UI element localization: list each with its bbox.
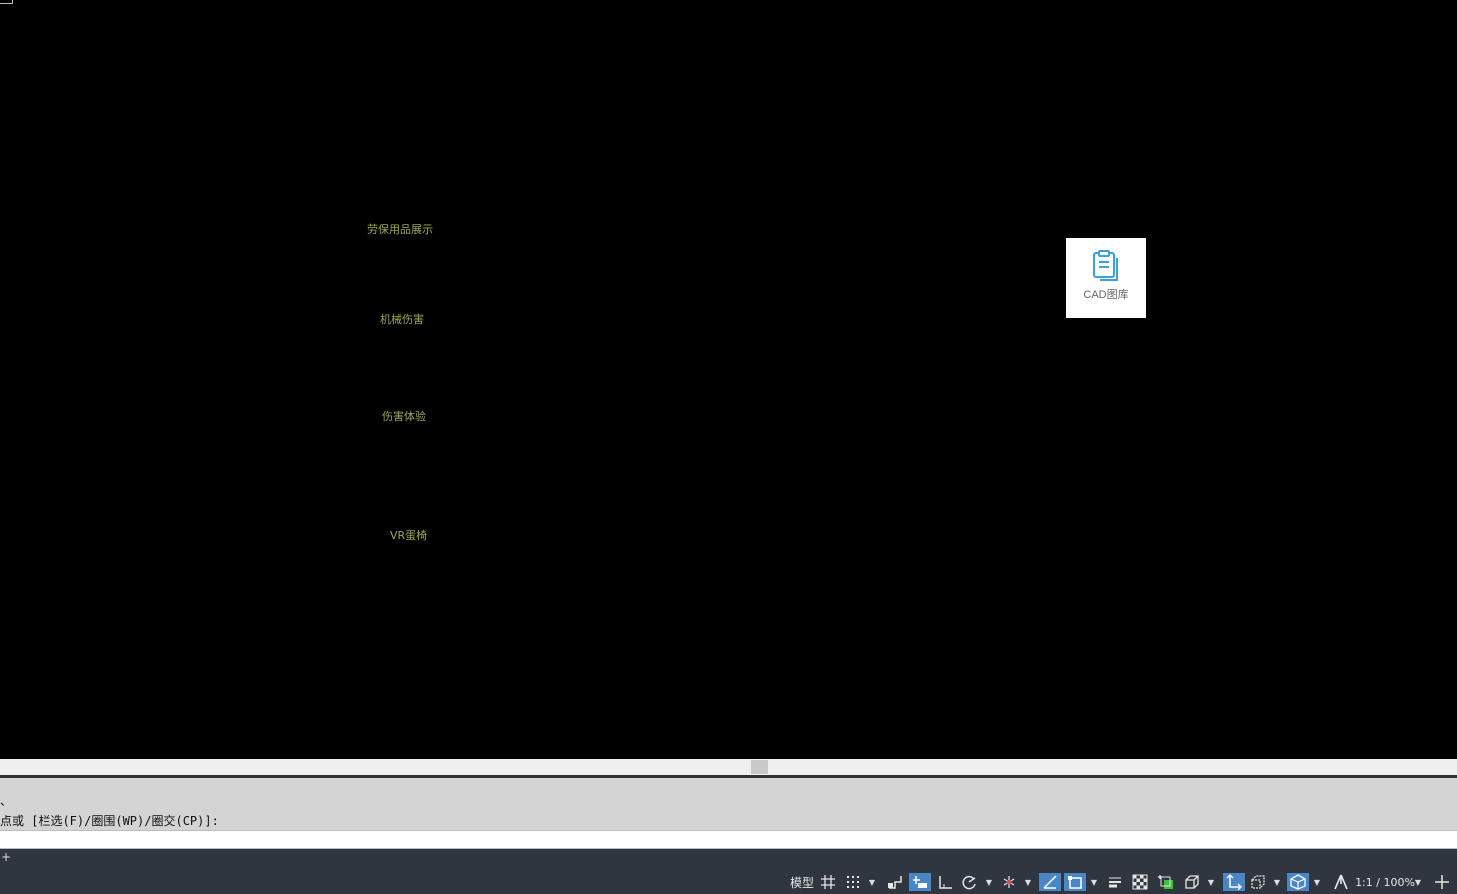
add-layout-icon[interactable]: +: [1, 850, 11, 864]
3d-osnap-icon[interactable]: [1181, 873, 1203, 891]
dynamic-input-icon[interactable]: [909, 873, 931, 891]
status-bar: 模型 ▼ ▼ ▼ ▼ ▼ ▼ ▼ 1:1 / 100% ▼: [0, 869, 1457, 894]
command-history-line: 、: [0, 794, 13, 808]
gizmo-icon[interactable]: [1287, 873, 1309, 891]
infer-icon[interactable]: [884, 873, 906, 891]
chevron-down-icon[interactable]: ▼: [1272, 873, 1282, 891]
annotation-visibility-icon[interactable]: [1330, 873, 1352, 891]
layout-tabs-bar: +: [0, 849, 1457, 869]
cad-library-button[interactable]: CAD图库: [1066, 238, 1146, 318]
transparency-icon[interactable]: [1130, 873, 1150, 891]
polar-icon[interactable]: [958, 873, 980, 891]
selection-filter-icon[interactable]: [1248, 873, 1268, 891]
model-space-button[interactable]: 模型: [788, 873, 816, 891]
cad-library-label: CAD图库: [1083, 289, 1129, 301]
annotation-scale-button[interactable]: 1:1 / 100%: [1355, 873, 1415, 891]
chevron-down-icon[interactable]: ▼: [1312, 873, 1322, 891]
chevron-down-icon[interactable]: ▼: [1206, 873, 1216, 891]
ortho-icon[interactable]: [935, 873, 955, 891]
command-history: 、 点或 [栏选(F)/圈围(WP)/圈交(CP)]:: [0, 778, 1457, 830]
cad-text-label[interactable]: VR蛋椅: [390, 527, 427, 543]
chevron-down-icon[interactable]: ▼: [867, 873, 877, 891]
lineweight-icon[interactable]: [1105, 873, 1125, 891]
snap-icon[interactable]: [843, 873, 863, 891]
customize-icon[interactable]: [1431, 873, 1453, 891]
grid-icon[interactable]: [819, 873, 837, 891]
command-input[interactable]: [0, 830, 1457, 849]
isodraft-icon[interactable]: [999, 873, 1019, 891]
chevron-down-icon[interactable]: ▼: [1023, 873, 1033, 891]
scrollbar-thumb[interactable]: [751, 760, 768, 774]
object-snap-icon[interactable]: [1064, 873, 1086, 891]
drawing-canvas[interactable]: 劳保用品展示 机械伤害 伤害体验 VR蛋椅 CAD图库: [0, 0, 1457, 759]
chevron-down-icon[interactable]: ▼: [1089, 873, 1099, 891]
cad-text-label[interactable]: 伤害体验: [382, 408, 426, 424]
chevron-down-icon[interactable]: ▼: [984, 873, 994, 891]
chevron-down-icon[interactable]: ▼: [1413, 873, 1423, 891]
cad-text-label[interactable]: 机械伤害: [380, 311, 424, 327]
cad-text-label[interactable]: 劳保用品展示: [367, 221, 433, 237]
canvas-corner-mark: [0, 0, 13, 4]
clipboard-icon: [1093, 250, 1118, 281]
horizontal-scrollbar[interactable]: [0, 759, 1457, 775]
command-history-line: 点或 [栏选(F)/圈围(WP)/圈交(CP)]:: [0, 814, 219, 828]
selection-cycling-icon[interactable]: [1155, 873, 1177, 891]
object-snap-tracking-icon[interactable]: [1039, 873, 1061, 891]
dynamic-ucs-icon[interactable]: [1223, 873, 1245, 891]
